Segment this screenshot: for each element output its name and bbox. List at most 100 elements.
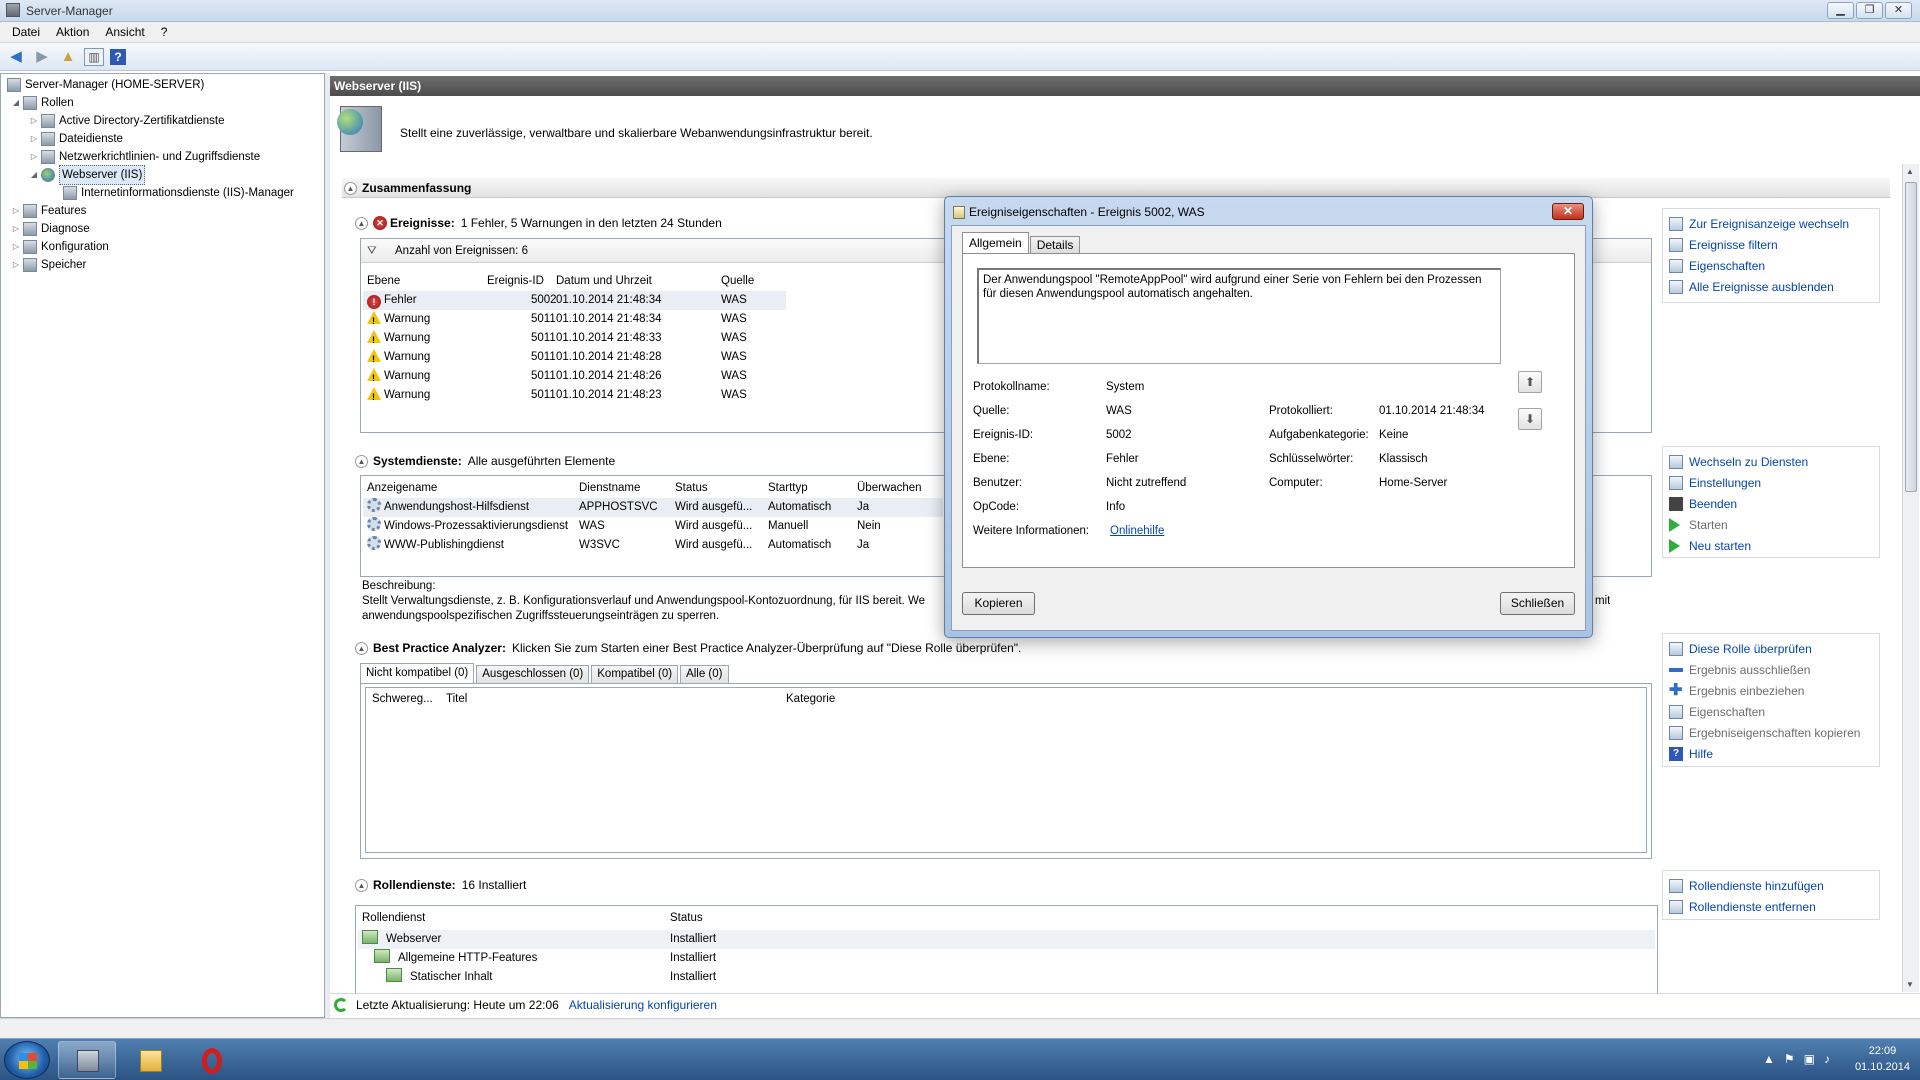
services-header[interactable]: ▲ Systemdienste: Alle ausgeführten Eleme… bbox=[355, 452, 615, 470]
tree-roles[interactable]: ◢ Rollen bbox=[11, 94, 74, 112]
action-go-to-services[interactable]: Wechseln zu Diensten bbox=[1669, 453, 1808, 471]
tree-nps[interactable]: ▷ Netzwerkrichtlinien- und Zugriffsdienst… bbox=[29, 148, 260, 166]
tree-file-services[interactable]: ▷ Dateidienste bbox=[29, 130, 123, 148]
action-add-role-services[interactable]: Rollendienste hinzufügen bbox=[1669, 877, 1824, 895]
action-hide-events[interactable]: Alle Ereignisse ausblenden bbox=[1669, 278, 1834, 296]
col-header-role-status[interactable]: Status bbox=[670, 908, 703, 928]
action-remove-role-services[interactable]: Rollendienste entfernen bbox=[1669, 898, 1816, 916]
col-header-status[interactable]: Status bbox=[675, 478, 708, 498]
col-header-datetime[interactable]: Datum und Uhrzeit bbox=[556, 271, 652, 291]
col-header-source[interactable]: Quelle bbox=[721, 271, 754, 291]
action-exclude-result[interactable]: Ergebnis ausschließen bbox=[1669, 661, 1810, 679]
close-button[interactable]: ✕ bbox=[1885, 2, 1912, 19]
expand-icon[interactable]: ◢ bbox=[29, 166, 39, 184]
collapse-chevron-icon[interactable]: ▲ bbox=[344, 181, 357, 195]
col-header-service-name[interactable]: Dienstname bbox=[579, 478, 640, 498]
collapse-chevron-icon[interactable]: ▲ bbox=[355, 216, 368, 230]
action-stop[interactable]: Beenden bbox=[1669, 495, 1737, 513]
dialog-close-action-button[interactable]: Schließen bbox=[1500, 592, 1575, 615]
previous-event-button[interactable]: ⬆ bbox=[1518, 371, 1542, 393]
scroll-thumb[interactable] bbox=[1905, 182, 1917, 492]
taskbar-explorer[interactable] bbox=[121, 1041, 179, 1079]
action-include-result[interactable]: ✚ Ergebnis einbeziehen bbox=[1669, 682, 1804, 700]
col-header-title[interactable]: Titel bbox=[446, 689, 467, 709]
role-services-header[interactable]: ▲ Rollendienste: 16 Installiert bbox=[355, 876, 526, 894]
tab-compatible[interactable]: Kompatibel (0) bbox=[591, 665, 679, 683]
tree-root[interactable]: Server-Manager (HOME-SERVER) bbox=[5, 76, 204, 94]
maximize-button[interactable]: ❐ bbox=[1856, 2, 1883, 19]
expand-icon[interactable]: ◢ bbox=[11, 94, 21, 112]
tree-diagnose[interactable]: ▷ Diagnose bbox=[11, 220, 90, 238]
minimize-button[interactable]: ▁ bbox=[1827, 2, 1854, 19]
collapse-chevron-icon[interactable]: ▲ bbox=[355, 878, 368, 892]
menu-help[interactable]: ? bbox=[153, 25, 176, 39]
tree-iis-manager[interactable]: Internetinformationsdienste (IIS)-Manage… bbox=[61, 184, 294, 202]
dialog-close-button[interactable]: ✕ bbox=[1552, 203, 1584, 220]
action-help[interactable]: ? Hilfe bbox=[1669, 745, 1713, 763]
table-row[interactable]: Webserver Installiert bbox=[358, 930, 1655, 949]
back-arrow-icon[interactable]: ◀ bbox=[6, 48, 26, 66]
tree-features[interactable]: ▷ Features bbox=[11, 202, 86, 220]
action-settings[interactable]: Einstellungen bbox=[1669, 474, 1761, 492]
taskbar-opera[interactable] bbox=[182, 1041, 240, 1079]
table-row[interactable]: Allgemeine HTTP-Features Installiert bbox=[358, 949, 1655, 968]
table-row[interactable]: Warnung 5011 01.10.2014 21:48:28 WAS bbox=[363, 348, 786, 367]
refresh-icon[interactable] bbox=[334, 997, 348, 1012]
collapse-chevron-icon[interactable]: ▲ bbox=[355, 641, 368, 655]
splitter[interactable] bbox=[325, 73, 330, 1018]
action-scan-role[interactable]: Diese Rolle überprüfen bbox=[1669, 640, 1812, 658]
forward-arrow-icon[interactable]: ▶ bbox=[32, 48, 52, 66]
col-header-severity[interactable]: Schwereg... bbox=[372, 689, 433, 709]
collapse-arrow-icon[interactable]: ▷ bbox=[29, 112, 39, 130]
action-restart[interactable]: Neu starten bbox=[1669, 537, 1751, 555]
collapse-chevron-icon[interactable]: ▲ bbox=[355, 454, 368, 468]
tree-configuration[interactable]: ▷ Konfiguration bbox=[11, 238, 109, 256]
configure-update-link[interactable]: Aktualisierung konfigurieren bbox=[569, 998, 717, 1012]
menu-ansicht[interactable]: Ansicht bbox=[97, 25, 152, 39]
col-header-start-type[interactable]: Starttyp bbox=[768, 478, 808, 498]
table-row[interactable]: Warnung 5011 01.10.2014 21:48:23 WAS bbox=[363, 386, 786, 405]
bpa-header[interactable]: ▲ Best Practice Analyzer: Klicken Sie zu… bbox=[355, 639, 1021, 657]
tab-details[interactable]: Details bbox=[1029, 236, 1081, 254]
action-start[interactable]: Starten bbox=[1669, 516, 1728, 534]
table-row[interactable]: Windows-Prozessaktivierungsdienst WAS Wi… bbox=[363, 517, 943, 536]
action-copy-result-properties[interactable]: Ergebniseigenschaften kopieren bbox=[1669, 724, 1860, 742]
table-row[interactable]: Statischer Inhalt Installiert bbox=[358, 968, 1655, 987]
tab-not-compatible[interactable]: Nicht kompatibel (0) bbox=[360, 663, 475, 683]
main-scrollbar[interactable]: ▲ ▼ bbox=[1902, 164, 1919, 992]
menu-datei[interactable]: Datei bbox=[4, 25, 48, 39]
table-row[interactable]: Warnung 5011 01.10.2014 21:48:34 WAS bbox=[363, 310, 786, 329]
collapse-arrow-icon[interactable]: ▷ bbox=[29, 148, 39, 166]
collapse-arrow-icon[interactable]: ▷ bbox=[11, 238, 21, 256]
col-header-event-id[interactable]: Ereignis-ID bbox=[487, 271, 544, 291]
event-message[interactable]: Der Anwendungspool "RemoteAppPool" wird … bbox=[977, 268, 1501, 364]
menu-aktion[interactable]: Aktion bbox=[48, 25, 97, 39]
table-row[interactable]: Warnung 5011 01.10.2014 21:48:26 WAS bbox=[363, 367, 786, 386]
start-button[interactable] bbox=[4, 1041, 50, 1079]
up-folder-icon[interactable]: ▲ bbox=[58, 48, 78, 66]
online-help-link[interactable]: Onlinehilfe bbox=[1110, 525, 1164, 537]
col-header-role-service[interactable]: Rollendienst bbox=[362, 908, 425, 928]
network-icon[interactable]: ▣ bbox=[1804, 1052, 1815, 1066]
collapse-arrow-icon[interactable]: ▷ bbox=[11, 202, 21, 220]
action-event-properties[interactable]: Eigenschaften bbox=[1669, 257, 1765, 275]
show-hidden-icons-icon[interactable]: ▲ bbox=[1763, 1052, 1775, 1066]
collapse-arrow-icon[interactable]: ▷ bbox=[11, 220, 21, 238]
summary-header[interactable]: ▲ Zusammenfassung bbox=[344, 179, 477, 197]
tree-storage[interactable]: ▷ Speicher bbox=[11, 256, 86, 274]
tab-all[interactable]: Alle (0) bbox=[680, 665, 729, 683]
collapse-arrow-icon[interactable]: ▷ bbox=[29, 130, 39, 148]
taskbar-server-manager[interactable] bbox=[58, 1041, 116, 1079]
action-event-viewer[interactable]: Zur Ereignisanzeige wechseln bbox=[1669, 215, 1849, 233]
table-row[interactable]: Anwendungshost-Hilfsdienst APPHOSTSVC Wi… bbox=[363, 498, 943, 517]
action-filter-events[interactable]: Ereignisse filtern bbox=[1669, 236, 1778, 254]
scroll-down-icon[interactable]: ▼ bbox=[1906, 980, 1914, 989]
tree-webserver-iis[interactable]: ◢ Webserver (IIS) bbox=[29, 165, 146, 185]
table-row[interactable]: WWW-Publishingdienst W3SVC Wird ausgefü.… bbox=[363, 536, 943, 555]
table-row[interactable]: Warnung 5011 01.10.2014 21:48:33 WAS bbox=[363, 329, 786, 348]
col-header-display-name[interactable]: Anzeigename bbox=[367, 478, 437, 498]
action-bpa-properties[interactable]: Eigenschaften bbox=[1669, 703, 1765, 721]
next-event-button[interactable]: ⬇ bbox=[1518, 408, 1542, 430]
tab-general[interactable]: Allgemein bbox=[962, 232, 1029, 254]
col-header-category[interactable]: Kategorie bbox=[786, 689, 835, 709]
